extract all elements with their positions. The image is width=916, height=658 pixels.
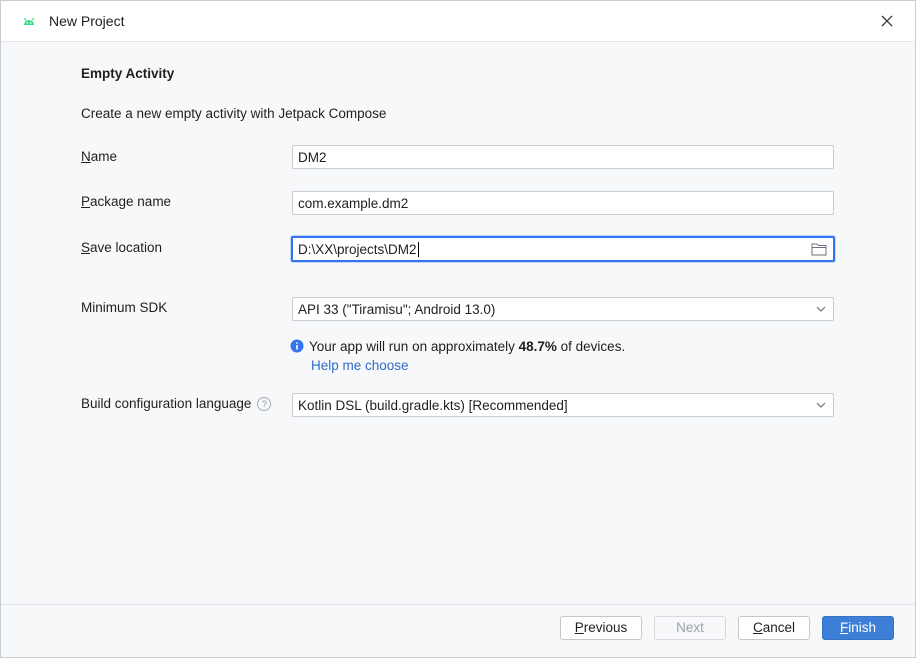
template-description: Create a new empty activity with Jetpack…: [81, 106, 387, 121]
new-project-dialog: New Project Empty Activity Create a new …: [0, 0, 916, 658]
package-name-field[interactable]: com.example.dm2: [292, 191, 834, 215]
coverage-percentage: 48.7%: [518, 339, 557, 354]
help-icon[interactable]: ?: [257, 397, 272, 411]
package-name-label: Package name: [81, 194, 172, 209]
previous-button[interactable]: Previous: [560, 616, 642, 640]
save-location-value: D:\XX\projects\DM2: [298, 242, 417, 257]
template-heading: Empty Activity: [81, 66, 175, 81]
finish-button[interactable]: Finish: [822, 616, 894, 640]
help-me-choose-link[interactable]: Help me choose: [311, 358, 409, 373]
cancel-button[interactable]: Cancel: [738, 616, 810, 640]
build-language-value: Kotlin DSL (build.gradle.kts) [Recommend…: [298, 398, 568, 413]
text-caret: [417, 242, 419, 257]
name-field[interactable]: DM2: [292, 145, 834, 169]
name-value: DM2: [298, 150, 327, 165]
window-title: New Project: [49, 13, 125, 29]
minimum-sdk-value: API 33 ("Tiramisu"; Android 13.0): [298, 302, 496, 317]
next-button[interactable]: Next: [654, 616, 726, 640]
device-coverage-text: Your app will run on approximately 48.7%…: [309, 339, 626, 354]
save-location-label: Save location: [81, 240, 163, 255]
name-label: Name: [81, 149, 118, 164]
build-language-label: Build configuration language?: [81, 396, 272, 411]
package-name-value: com.example.dm2: [298, 196, 409, 211]
android-icon: [23, 17, 35, 25]
title-bar: New Project: [1, 1, 915, 42]
dialog-footer: Previous Next Cancel Finish: [1, 604, 915, 657]
minimum-sdk-dropdown[interactable]: API 33 ("Tiramisu"; Android 13.0): [292, 297, 834, 321]
info-icon: [290, 339, 304, 353]
chevron-down-icon: [816, 306, 826, 312]
save-location-field[interactable]: D:\XX\projects\DM2: [291, 236, 835, 262]
minimum-sdk-label: Minimum SDK: [81, 300, 168, 315]
folder-icon[interactable]: [811, 242, 827, 256]
chevron-down-icon: [816, 402, 826, 408]
build-language-dropdown[interactable]: Kotlin DSL (build.gradle.kts) [Recommend…: [292, 393, 834, 417]
close-icon: [881, 15, 893, 27]
close-button[interactable]: [875, 9, 899, 33]
